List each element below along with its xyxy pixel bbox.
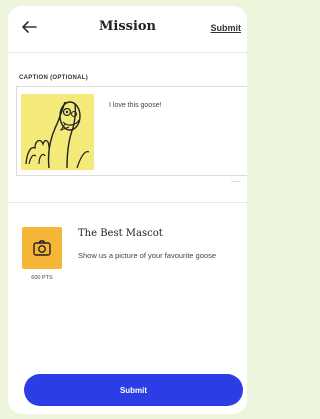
caption-char-counter: —— <box>231 179 241 185</box>
back-arrow-icon[interactable] <box>21 20 37 34</box>
mission-description: Show us a picture of your favourite goos… <box>78 251 216 260</box>
caption-field[interactable]: I love this goose! <box>16 86 247 176</box>
mission-title: The Best Mascot <box>78 228 163 239</box>
goose-sketch-image <box>25 101 90 169</box>
section-divider <box>8 202 247 203</box>
mission-screen: Mission Submit CAPTION (OPTIONAL) I love… <box>8 6 247 414</box>
header: Mission Submit <box>8 6 247 52</box>
header-divider <box>8 52 247 53</box>
caption-text: I love this goose! <box>109 102 162 109</box>
goose-photo-thumbnail[interactable] <box>21 94 94 170</box>
mission-points: 600 PTS <box>31 275 53 281</box>
caption-label: CAPTION (OPTIONAL) <box>19 75 89 81</box>
camera-icon <box>33 240 51 256</box>
mission-icon-tile <box>22 227 62 269</box>
submit-button[interactable]: Submit <box>24 374 243 406</box>
header-submit-link[interactable]: Submit <box>211 23 242 33</box>
